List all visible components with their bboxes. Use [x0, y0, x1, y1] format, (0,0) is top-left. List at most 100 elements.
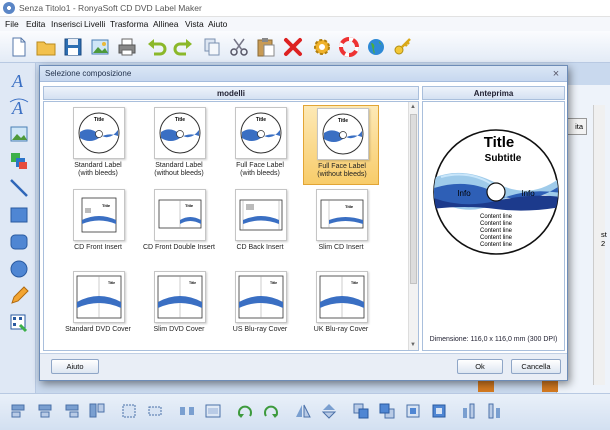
pencil-tool-icon[interactable] — [8, 285, 30, 307]
line-tool-icon[interactable] — [8, 177, 30, 199]
scroll-thumb[interactable] — [410, 114, 417, 284]
models-header: modelli — [43, 86, 419, 100]
model-thumbnail: Title — [73, 271, 125, 323]
send-back-icon[interactable] — [378, 402, 396, 420]
register-key-icon[interactable] — [392, 36, 414, 58]
preview-header: Anteprima — [422, 86, 565, 100]
barcode-tool-icon[interactable] — [8, 312, 30, 334]
text-tool-icon[interactable]: A — [8, 69, 30, 91]
model-label: Full Face Label (without bleeds) — [317, 163, 367, 178]
cut-icon[interactable] — [228, 36, 250, 58]
new-document-icon[interactable] — [8, 36, 30, 58]
align-left-icon[interactable] — [10, 402, 28, 420]
rectangle-tool-icon[interactable] — [8, 204, 30, 226]
delete-icon[interactable] — [282, 36, 304, 58]
image-tool-icon[interactable] — [8, 123, 30, 145]
model-label: CD Front Insert — [74, 244, 122, 251]
dialog-title-bar: Selezione composizione × — [40, 66, 567, 82]
export-image-icon[interactable] — [89, 36, 111, 58]
align-top-icon[interactable] — [88, 402, 106, 420]
preview-info-right: Info — [521, 189, 535, 198]
menu-inserisci[interactable]: Inserisci — [51, 19, 82, 29]
svg-text:Title: Title — [270, 281, 277, 285]
model-tile[interactable]: Title Full Face Label (with bleeds) — [222, 105, 298, 185]
preview-title: Title — [484, 134, 515, 151]
align-right-icon[interactable] — [62, 402, 80, 420]
size-bars-icon[interactable] — [460, 402, 478, 420]
settings-gear-icon[interactable] — [311, 36, 333, 58]
send-backward-icon[interactable] — [430, 402, 448, 420]
model-label: CD Front Double Insert — [143, 244, 215, 251]
model-tile[interactable]: Title Slim CD Insert — [303, 187, 379, 267]
flip-vertical-icon[interactable] — [320, 402, 338, 420]
model-tile[interactable]: Title Full Face Label (without bleeds) — [303, 105, 379, 185]
scroll-down-icon[interactable]: ▼ — [410, 342, 416, 348]
menu-livelli[interactable]: Livelli — [84, 19, 105, 29]
bring-front-icon[interactable] — [352, 402, 370, 420]
model-thumbnail — [235, 189, 287, 241]
open-folder-icon[interactable] — [35, 36, 57, 58]
svg-text:✦: ✦ — [466, 167, 471, 174]
layers-tool-icon[interactable] — [8, 150, 30, 172]
model-thumbnail: Title — [317, 108, 369, 160]
model-tile[interactable]: Title Standard Label (without bleeds) — [141, 105, 217, 185]
svg-text:Title: Title — [345, 204, 354, 209]
paste-icon[interactable] — [255, 36, 277, 58]
menu-bar: File Edita Inserisci Livelli Trasforma A… — [0, 17, 610, 31]
model-tile[interactable]: Title CD Front Double Insert — [141, 187, 217, 267]
menu-allinea[interactable]: Allinea — [153, 19, 179, 29]
title-bar: Senza Titolo1 - RonyaSoft CD DVD Label M… — [0, 0, 610, 17]
model-tile[interactable]: Title Standard DVD Cover — [60, 269, 136, 349]
group-icon[interactable] — [204, 402, 222, 420]
background-thumbnail — [542, 380, 558, 392]
rotate-left-icon[interactable] — [236, 402, 254, 420]
print-icon[interactable] — [116, 36, 138, 58]
same-size-icon[interactable] — [120, 402, 138, 420]
copy-icon[interactable] — [201, 36, 223, 58]
web-globe-icon[interactable] — [365, 36, 387, 58]
model-tile[interactable]: Title Slim DVD Cover — [141, 269, 217, 349]
scroll-up-icon[interactable]: ▲ — [410, 104, 416, 110]
model-thumbnail: Title — [154, 271, 206, 323]
redo-icon[interactable] — [172, 36, 194, 58]
preview-content-line: Content line — [480, 228, 513, 234]
flip-horizontal-icon[interactable] — [294, 402, 312, 420]
model-tile[interactable]: Title CD Front Insert — [60, 187, 136, 267]
svg-text:A: A — [11, 98, 24, 118]
cancel-button[interactable]: Cancella — [511, 359, 561, 374]
menu-trasforma[interactable]: Trasforma — [110, 19, 148, 29]
align-center-icon[interactable] — [36, 402, 54, 420]
undo-icon[interactable] — [146, 36, 168, 58]
ellipse-tool-icon[interactable] — [8, 258, 30, 280]
size-bars-alt-icon[interactable] — [486, 402, 504, 420]
model-tile[interactable]: Title US Blu-ray Cover — [222, 269, 298, 349]
preview-content-line: Content line — [480, 242, 513, 248]
model-tile[interactable]: Title Standard Label (with bleeds) — [60, 105, 136, 185]
curved-text-tool-icon[interactable]: A — [8, 96, 30, 118]
main-toolbar — [0, 31, 610, 63]
model-label: Standard Label (with bleeds) — [74, 162, 122, 177]
svg-text:Title: Title — [108, 281, 115, 285]
menu-edita[interactable]: Edita — [26, 19, 45, 29]
bring-forward-icon[interactable] — [404, 402, 422, 420]
svg-text:Title: Title — [94, 117, 104, 123]
model-label: Standard DVD Cover — [65, 326, 131, 333]
rotate-right-icon[interactable] — [262, 402, 280, 420]
rounded-rectangle-tool-icon[interactable] — [8, 231, 30, 253]
menu-vista[interactable]: Vista — [185, 19, 204, 29]
save-icon[interactable] — [62, 36, 84, 58]
background-panel-text: st 2 — [601, 230, 607, 248]
help-button[interactable]: Aiuto — [51, 359, 99, 374]
dialog-close-icon[interactable]: × — [549, 67, 563, 81]
model-tile[interactable]: Title UK Blu-ray Cover — [303, 269, 379, 349]
model-tile[interactable]: CD Back Insert — [222, 187, 298, 267]
distribute-icon[interactable] — [178, 402, 196, 420]
menu-file[interactable]: File — [5, 19, 19, 29]
same-width-icon[interactable] — [146, 402, 164, 420]
menu-aiuto[interactable]: Aiuto — [208, 19, 227, 29]
help-lifebuoy-icon[interactable] — [338, 36, 360, 58]
disc-preview: ✦ ✦ Title Subtitle Info Info Content lin… — [433, 129, 559, 255]
models-scrollbar[interactable]: ▲ ▼ — [408, 102, 418, 350]
ok-button[interactable]: Ok — [457, 359, 503, 374]
svg-text:✦: ✦ — [521, 175, 526, 182]
